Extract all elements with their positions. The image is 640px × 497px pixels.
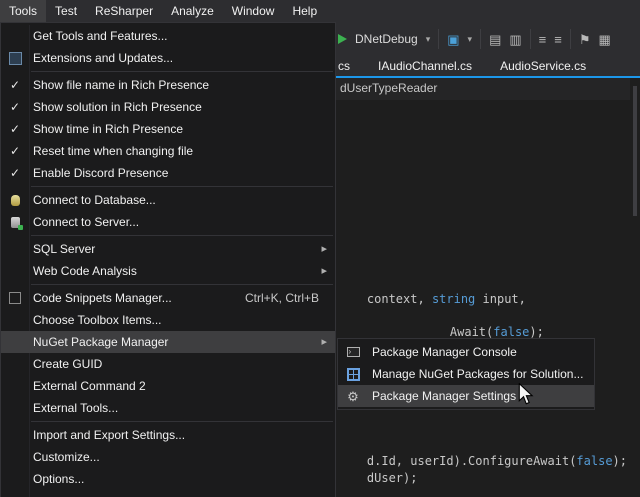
columns-icon[interactable]: ▦ xyxy=(599,33,611,46)
menu-item-nuget-package-manager[interactable]: NuGet Package Manager ▸ xyxy=(1,331,335,353)
gear-icon: ⚙ xyxy=(347,390,359,403)
menu-item-show-time[interactable]: ✓ Show time in Rich Presence xyxy=(1,118,335,140)
packages-grid-icon xyxy=(347,368,360,381)
menu-item-choose-toolbox-items[interactable]: Choose Toolbox Items... xyxy=(1,309,335,331)
menu-separator xyxy=(31,71,333,72)
menu-item-customize[interactable]: Customize... xyxy=(1,446,335,468)
extensions-icon xyxy=(9,52,22,65)
code-line: se); xyxy=(338,483,396,497)
menu-item-external-tools[interactable]: External Tools... xyxy=(1,397,335,419)
submenu-item-manage-nuget-packages[interactable]: Manage NuGet Packages for Solution... xyxy=(338,363,594,385)
breadcrumb[interactable]: dUserTypeReader xyxy=(340,81,437,95)
menubar-test[interactable]: Test xyxy=(46,0,86,22)
menu-item-create-guid[interactable]: Create GUID xyxy=(1,353,335,375)
menu-item-extensions-and-updates[interactable]: Extensions and Updates... xyxy=(1,47,335,69)
server-icon xyxy=(11,217,20,228)
menu-item-web-code-analysis[interactable]: Web Code Analysis ▸ xyxy=(1,260,335,282)
menu-item-reset-time[interactable]: ✓ Reset time when changing file xyxy=(1,140,335,162)
checkmark-icon: ✓ xyxy=(10,167,20,179)
menubar-analyze[interactable]: Analyze xyxy=(162,0,223,22)
menu-item-external-command-2[interactable]: External Command 2 xyxy=(1,375,335,397)
submenu-arrow-icon: ▸ xyxy=(321,266,335,277)
tab-partial[interactable]: cs xyxy=(338,56,350,76)
toolbar-separator xyxy=(438,29,439,49)
menubar-help[interactable]: Help xyxy=(283,0,326,22)
menu-item-import-export-settings[interactable]: Import and Export Settings... xyxy=(1,424,335,446)
toolbar-separator xyxy=(570,29,571,49)
menu-separator xyxy=(31,235,333,236)
menubar-tools[interactable]: Tools xyxy=(0,0,46,22)
menu-separator xyxy=(31,186,333,187)
bookmark-flag-icon[interactable]: ⚑ xyxy=(579,33,591,46)
checkmark-icon: ✓ xyxy=(10,79,20,91)
checkmark-icon: ✓ xyxy=(10,123,20,135)
menu-item-connect-to-database[interactable]: Connect to Database... xyxy=(1,189,335,211)
menu-item-get-tools-and-features[interactable]: Get Tools and Features... xyxy=(1,25,335,47)
list-icon[interactable]: ≡ xyxy=(539,33,547,46)
menubar-window[interactable]: Window xyxy=(223,0,284,22)
menu-bar: Tools Test ReSharper Analyze Window Help xyxy=(0,0,640,22)
submenu-arrow-icon: ▸ xyxy=(321,244,335,255)
database-icon xyxy=(11,195,20,206)
console-icon: › xyxy=(347,347,360,357)
checkmark-icon: ✓ xyxy=(10,101,20,113)
attach-to-process-icon[interactable]: ▣ xyxy=(447,33,459,46)
tools-menu: Get Tools and Features... Extensions and… xyxy=(0,22,336,497)
menu-shortcut: Ctrl+K, Ctrl+B xyxy=(245,291,335,305)
tab-iaudiochannel[interactable]: IAudioChannel.cs xyxy=(378,56,472,76)
start-debug-play-icon[interactable] xyxy=(338,34,347,44)
menubar-resharper[interactable]: ReSharper xyxy=(86,0,162,22)
toolbar-separator xyxy=(530,29,531,49)
menu-item-code-snippets-manager[interactable]: Code Snippets Manager... Ctrl+K, Ctrl+B xyxy=(1,287,335,309)
vertical-scrollbar[interactable] xyxy=(630,78,640,497)
menu-separator xyxy=(31,284,333,285)
window-layout-icon[interactable]: ▥ xyxy=(509,33,521,46)
open-folder-icon[interactable]: ▤ xyxy=(489,33,501,46)
mouse-cursor xyxy=(518,383,534,405)
menu-item-show-solution[interactable]: ✓ Show solution in Rich Presence xyxy=(1,96,335,118)
submenu-arrow-icon: ▸ xyxy=(321,337,335,348)
menu-item-options[interactable]: Options... xyxy=(1,468,335,490)
menu-item-show-file-name[interactable]: ✓ Show file name in Rich Presence xyxy=(1,74,335,96)
menu-item-enable-discord-presence[interactable]: ✓ Enable Discord Presence xyxy=(1,162,335,184)
vs-window: Tools Test ReSharper Analyze Window Help… xyxy=(0,0,640,497)
tab-audioservice[interactable]: AudioService.cs xyxy=(500,56,586,76)
chevron-down-icon[interactable]: ▾ xyxy=(426,35,431,44)
snippets-icon xyxy=(9,292,21,304)
checkmark-icon: ✓ xyxy=(10,145,20,157)
debug-target-label[interactable]: DNetDebug xyxy=(355,32,418,46)
toolbar-separator xyxy=(480,29,481,49)
nuget-submenu: › Package Manager Console Manage NuGet P… xyxy=(337,338,595,410)
submenu-item-package-manager-settings[interactable]: ⚙ Package Manager Settings xyxy=(338,385,594,407)
menu-item-sql-server[interactable]: SQL Server ▸ xyxy=(1,238,335,260)
submenu-item-package-manager-console[interactable]: › Package Manager Console xyxy=(338,341,594,363)
menu-item-connect-to-server[interactable]: Connect to Server... xyxy=(1,211,335,233)
sort-lines-icon[interactable]: ≡ xyxy=(554,33,562,46)
scrollbar-thumb[interactable] xyxy=(633,86,637,216)
chevron-down-icon[interactable]: ▾ xyxy=(468,35,473,44)
menu-separator xyxy=(31,421,333,422)
